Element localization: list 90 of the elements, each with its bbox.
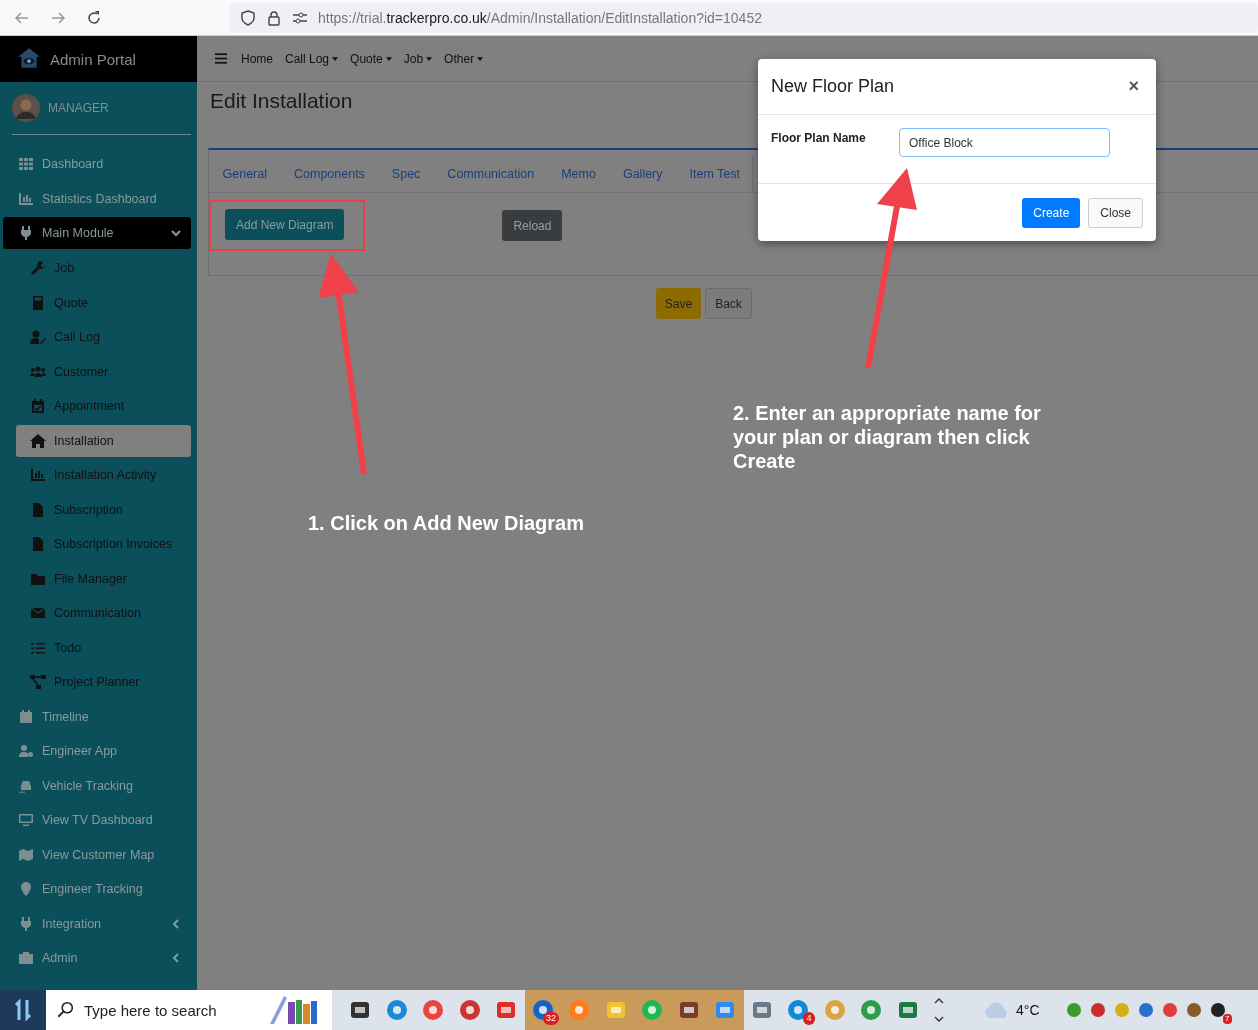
menu-icon[interactable] [215,53,227,64]
sidebar-item[interactable]: Installation [16,424,191,457]
wrench-icon [30,260,46,277]
map-pin-icon [18,881,34,898]
caret-icon [477,56,484,61]
sidebar-item[interactable]: View Customer Map [0,837,191,872]
temperature: 4°C [1016,1002,1040,1018]
sidebar-item[interactable]: Call Log [0,320,191,355]
nav-link[interactable]: Other [444,51,484,66]
calendar-icon [18,708,34,725]
tab[interactable]: Memo [547,167,610,181]
plug-icon [18,225,34,241]
nav-link[interactable]: Call Log [285,51,339,66]
chevron-down-icon [171,228,181,238]
field-label: Floor Plan Name [771,130,867,145]
hierarchy-icon [30,674,46,691]
url-text: https://trial.trackerpro.co.uk/Admin/Installation/EditInstallation?id=10452 [318,9,762,26]
brand-title: Admin Portal [50,50,136,68]
close-button[interactable]: Close [1088,197,1143,228]
sidebar-item[interactable]: Admin [0,941,191,976]
sidebar-item[interactable]: Main Module [3,217,191,249]
lock-icon [266,9,282,26]
add-diagram-button[interactable]: Add New Diagram [225,209,345,240]
save-button[interactable]: Save [656,288,701,319]
avatar-icon [12,94,40,122]
sidebar-item[interactable]: Statistics Dashboard [0,181,191,216]
sidebar-item[interactable]: Quote [0,285,191,320]
search-field[interactable]: Type here to search [46,990,332,1030]
chevron-left-icon [171,918,181,929]
bar-chart-icon [30,467,46,484]
nav-link[interactable]: Job [403,51,433,66]
tab[interactable]: Components [280,167,379,181]
notification-badge: 4 [803,1012,815,1025]
tab[interactable]: Item Test [676,167,754,181]
taskbar-app[interactable]: 4 [780,990,817,1030]
sidebar-item[interactable]: Subscription Invoices [0,527,191,562]
sidebar-item[interactable]: Integration [0,906,191,941]
notification-badge: 32 [543,1012,559,1025]
grid-icon [18,156,34,173]
sidebar-item[interactable]: Appointment [0,389,191,424]
toolbox-icon [18,950,34,967]
calculator-icon [30,294,46,311]
back-icon[interactable] [14,9,30,26]
start-icon[interactable] [0,990,46,1030]
reload-button[interactable]: Reload [502,210,563,241]
sidebar-item[interactable]: View TV Dashboard [0,803,191,838]
sidebar-item[interactable]: Engineer Tracking [0,872,191,907]
create-button[interactable]: Create [1022,197,1081,228]
sidebar-item[interactable]: Subscription [0,492,191,527]
back-button[interactable]: Back [705,288,752,319]
close-button[interactable]: × [1124,76,1143,97]
bar-chart-icon [18,190,34,207]
nav-link[interactable]: Quote [350,51,392,66]
calendar-check-icon [30,398,46,415]
map-icon [18,846,34,863]
sidebar-item[interactable]: Project Planner [0,665,191,700]
user-pen-icon [30,329,46,346]
dialog-title: New Floor Plan [771,76,895,97]
tab[interactable]: Gallery [609,167,677,181]
user-name: MANAGER [48,101,109,115]
page-title: Edit Installation [210,88,353,113]
forward-icon[interactable] [50,9,66,26]
tab[interactable]: Communication [433,167,548,181]
settings-icon[interactable] [292,9,308,26]
sidebar-item[interactable]: Timeline [0,699,191,734]
sidebar-item[interactable]: Todo [0,630,191,665]
sidebar-item[interactable]: Communication [0,596,191,631]
notification-badge: 7 [1223,1014,1232,1024]
taskbar-app[interactable]: 32 [524,990,561,1030]
caret-icon [426,56,433,61]
tab[interactable]: General [209,167,281,181]
user-gear-icon [18,743,34,760]
address-bar[interactable]: https://trial.trackerpro.co.uk/Admin/Installation/EditInstallation?id=10452 [230,2,1258,33]
sidebar-item[interactable]: Engineer App [0,734,191,769]
plug-icon [18,915,34,932]
sidebar-item[interactable]: Vehicle Tracking [0,768,191,803]
annotation-text: 2. Enter an appropriate name for your plan or diagram then click Create [733,401,1042,473]
annotation-text: 1. Click on Add New Diagram [308,511,584,535]
sidebar-item[interactable]: Customer [0,354,191,389]
chevron-left-icon [171,953,181,964]
caret-icon [332,56,339,61]
input-field[interactable]: Office Block [899,128,1110,157]
reload-icon[interactable] [86,9,102,26]
sidebar-item[interactable]: File Manager [0,561,191,596]
sidebar-item[interactable]: Dashboard [0,147,191,182]
caret-icon [385,56,392,61]
nav-link[interactable]: Home [241,51,273,66]
sidebar-item[interactable]: Job [0,251,191,286]
tab[interactable]: Spec [378,167,434,181]
sidebar-item[interactable]: Installation Activity [0,458,191,493]
